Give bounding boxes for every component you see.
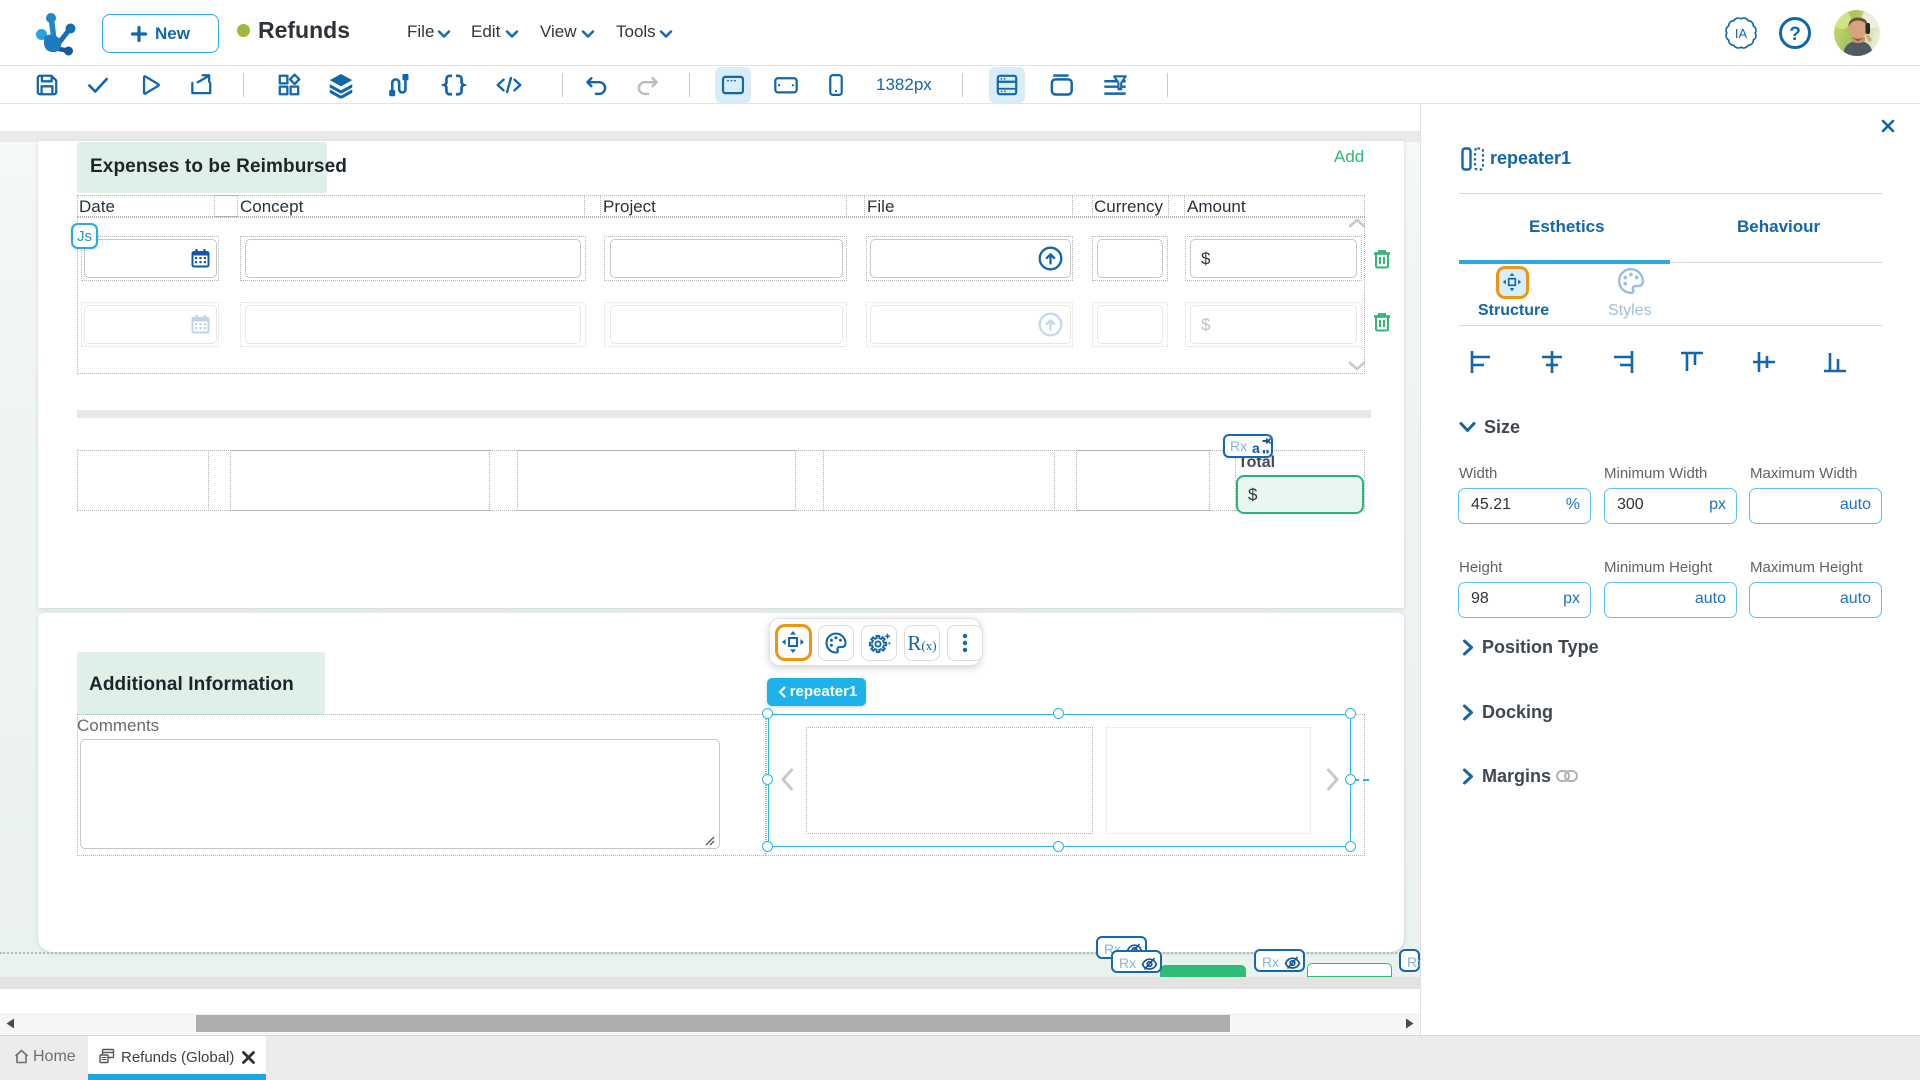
svg-text:IA: IA (1735, 26, 1748, 41)
svg-text:a: a (1252, 440, 1260, 456)
svg-text:?: ? (1789, 24, 1801, 45)
